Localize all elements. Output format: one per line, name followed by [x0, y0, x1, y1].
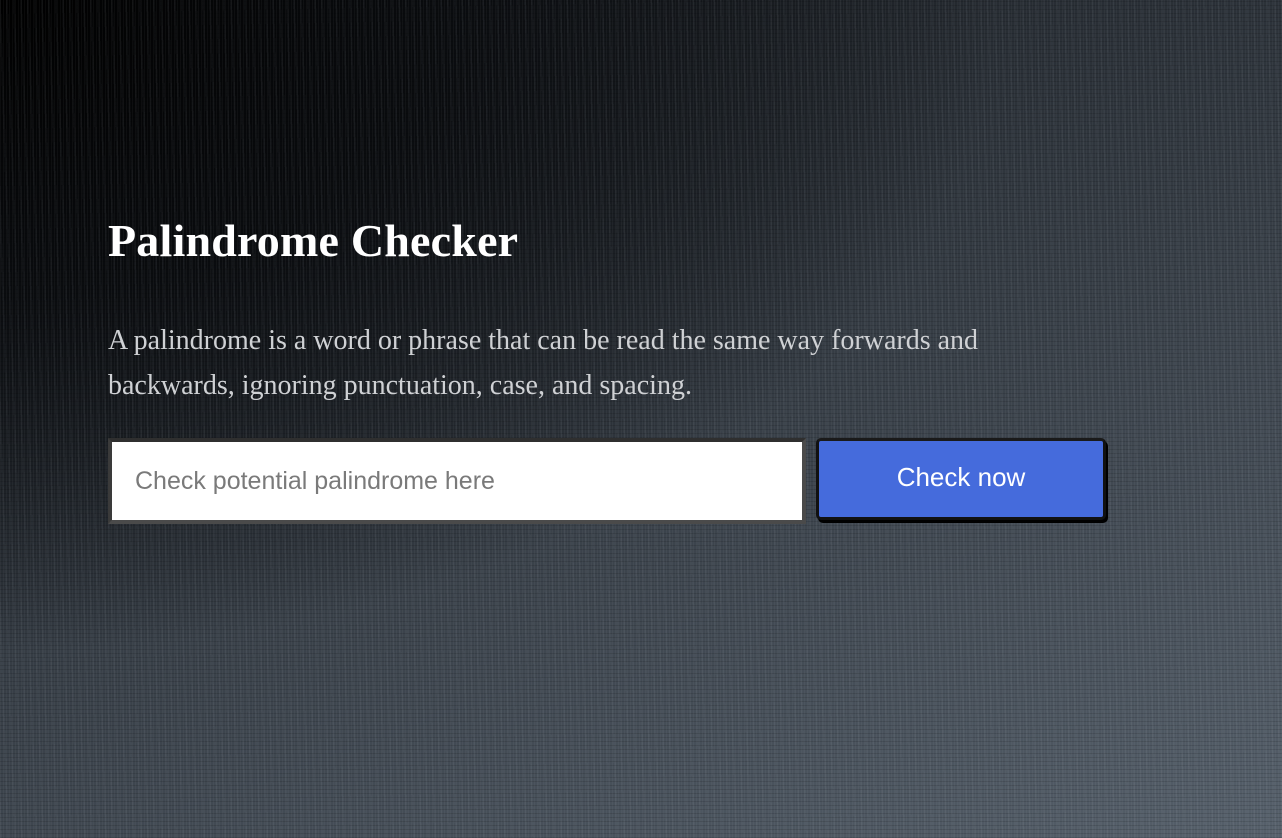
check-form: Check now: [108, 438, 1106, 524]
page-title: Palindrome Checker: [108, 215, 519, 266]
textured-background: [0, 0, 1282, 838]
main-content: Palindrome Checker A palindrome is a wor…: [108, 212, 1108, 524]
check-now-button[interactable]: Check now: [816, 438, 1106, 520]
page-description: A palindrome is a word or phrase that ca…: [108, 325, 979, 401]
palindrome-input-wrapper: [108, 438, 806, 524]
palindrome-input[interactable]: [112, 442, 802, 520]
